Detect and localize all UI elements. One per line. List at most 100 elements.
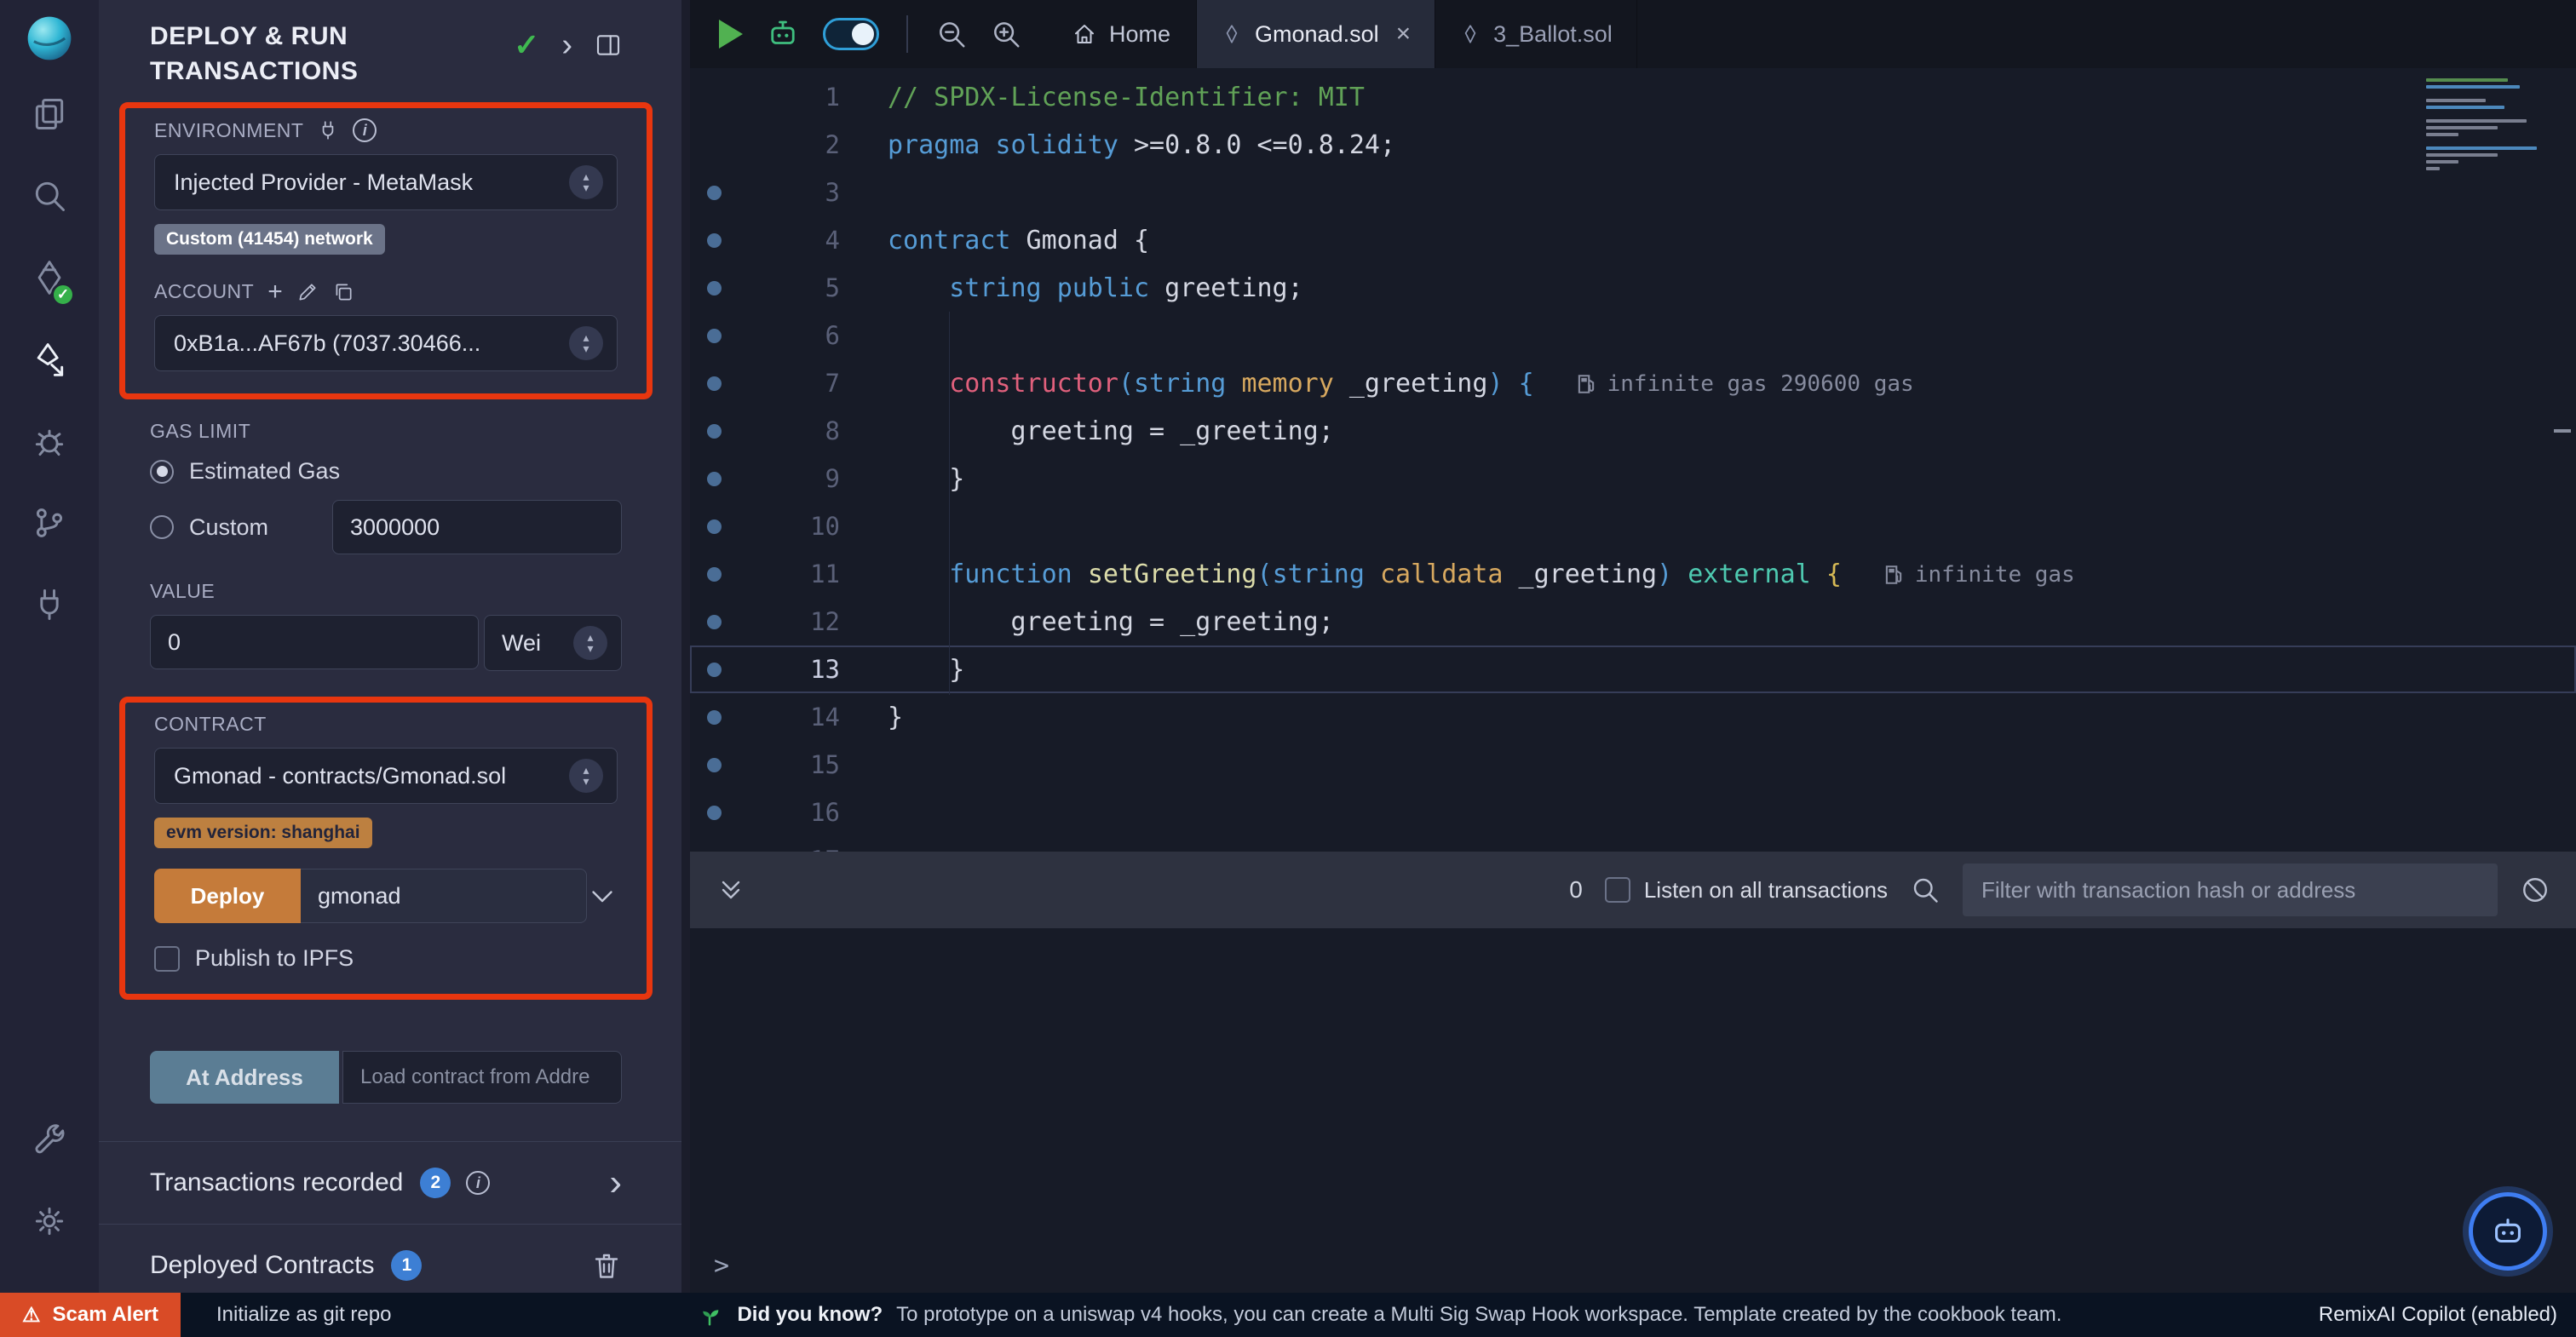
gutter-dot-icon[interactable]	[707, 806, 722, 820]
edit-account-icon[interactable]	[296, 281, 319, 303]
search-icon[interactable]	[31, 169, 68, 223]
run-script-icon[interactable]	[719, 20, 743, 49]
gutter[interactable]	[690, 519, 738, 534]
custom-gas-input[interactable]	[332, 500, 622, 554]
code-line[interactable]: 10	[690, 502, 2576, 550]
code-line[interactable]: 2pragma solidity >=0.8.0 <=0.8.24;	[690, 121, 2576, 169]
environment-select[interactable]: Injected Provider - MetaMask ▴▾	[154, 154, 618, 210]
chevron-right-icon[interactable]: ›	[609, 1170, 622, 1196]
gutter-dot-icon[interactable]	[707, 615, 722, 629]
at-address-button[interactable]: At Address	[150, 1051, 339, 1104]
plug-icon[interactable]	[317, 119, 339, 141]
file-explorer-icon[interactable]	[31, 87, 68, 141]
gutter-dot-icon[interactable]	[707, 233, 722, 248]
gutter-dot-icon[interactable]	[707, 710, 722, 725]
copy-account-icon[interactable]	[332, 281, 354, 303]
account-select[interactable]: 0xB1a...AF67b (7037.30466... ▴▾	[154, 315, 618, 371]
gutter-dot-icon[interactable]	[707, 519, 722, 534]
gutter-dot-icon[interactable]	[707, 281, 722, 296]
publish-ipfs-checkbox[interactable]	[154, 946, 180, 972]
init-git-repo-button[interactable]: Initialize as git repo	[216, 1303, 391, 1327]
scam-alert-button[interactable]: ⚠ Scam Alert	[0, 1293, 181, 1337]
panel-pin-icon[interactable]	[595, 32, 622, 59]
code-line[interactable]: 5 string public greeting;	[690, 264, 2576, 312]
plugin-manager-icon[interactable]	[31, 577, 68, 632]
environment-info-icon[interactable]: i	[353, 118, 377, 142]
panel-check-icon[interactable]: ✓	[514, 27, 539, 63]
solidity-compiler-icon[interactable]: ✓	[31, 250, 68, 305]
gutter[interactable]	[690, 376, 738, 391]
at-address-input[interactable]	[342, 1051, 622, 1104]
environment-stepper-icon[interactable]: ▴▾	[569, 165, 603, 199]
value-input[interactable]	[150, 615, 479, 669]
zoom-in-icon[interactable]	[990, 18, 1022, 50]
remix-logo-icon[interactable]	[25, 14, 74, 63]
debugger-icon[interactable]	[31, 414, 68, 468]
add-account-icon[interactable]: +	[267, 281, 283, 303]
contract-stepper-icon[interactable]: ▴▾	[569, 759, 603, 793]
gutter-dot-icon[interactable]	[707, 758, 722, 772]
code-line[interactable]: 1// SPDX-License-Identifier: MIT	[690, 73, 2576, 121]
clear-terminal-icon[interactable]	[2520, 875, 2550, 905]
gutter-dot-icon[interactable]	[707, 186, 722, 200]
tab-gmonad-sol[interactable]: Gmonad.sol ×	[1197, 0, 1435, 68]
expand-terminal-icon[interactable]	[716, 875, 746, 905]
ai-robot-icon[interactable]	[765, 16, 801, 52]
copilot-toggle[interactable]	[823, 18, 879, 50]
deployed-contracts-row[interactable]: Deployed Contracts 1	[150, 1225, 622, 1293]
code-line[interactable]: 17	[690, 836, 2576, 852]
zoom-out-icon[interactable]	[935, 18, 968, 50]
close-icon[interactable]: ×	[1396, 20, 1412, 49]
code-line[interactable]: 3	[690, 169, 2576, 216]
gutter[interactable]	[690, 663, 738, 677]
gutter[interactable]	[690, 329, 738, 343]
minimap[interactable]	[2426, 78, 2554, 170]
tab-home[interactable]: Home	[1046, 0, 1197, 68]
code-line[interactable]: 12 greeting = _greeting;	[690, 598, 2576, 646]
listen-all-checkbox[interactable]	[1605, 877, 1630, 903]
copilot-status-label[interactable]: RemixAI Copilot (enabled)	[2319, 1303, 2557, 1327]
code-line[interactable]: 11 function setGreeting(string calldata …	[690, 550, 2576, 598]
deploy-run-icon[interactable]	[31, 332, 68, 387]
search-icon[interactable]	[1910, 875, 1941, 905]
gutter[interactable]	[690, 233, 738, 248]
code-editor[interactable]: 1// SPDX-License-Identifier: MIT2pragma …	[690, 68, 2576, 852]
transactions-info-icon[interactable]: i	[466, 1171, 490, 1195]
gutter[interactable]	[690, 710, 738, 725]
gutter[interactable]	[690, 281, 738, 296]
transactions-recorded-row[interactable]: Transactions recorded 2 i ›	[150, 1142, 622, 1224]
gutter[interactable]	[690, 806, 738, 820]
terminal[interactable]: >	[690, 928, 2576, 1293]
gutter-dot-icon[interactable]	[707, 329, 722, 343]
radio-unselected-icon[interactable]	[150, 515, 174, 539]
code-line[interactable]: 4contract Gmonad {	[690, 216, 2576, 264]
chevron-down-icon[interactable]	[587, 881, 618, 911]
gutter-dot-icon[interactable]	[707, 472, 722, 486]
estimated-gas-radio[interactable]: Estimated Gas	[150, 458, 622, 485]
deploy-button[interactable]: Deploy	[154, 869, 301, 923]
trash-icon[interactable]	[591, 1250, 622, 1281]
gutter[interactable]	[690, 472, 738, 486]
code-line[interactable]: 15	[690, 741, 2576, 789]
transaction-filter-input[interactable]	[1963, 864, 2498, 916]
panel-collapse-icon[interactable]: ›	[561, 32, 572, 58]
code-line[interactable]: 9 }	[690, 455, 2576, 502]
code-line[interactable]: 14}	[690, 693, 2576, 741]
gutter[interactable]	[690, 567, 738, 582]
settings-icon[interactable]	[31, 1194, 68, 1248]
gutter[interactable]	[690, 186, 738, 200]
code-line[interactable]: 8 greeting = _greeting;	[690, 407, 2576, 455]
code-line[interactable]: 13 }	[690, 646, 2576, 693]
gutter[interactable]	[690, 758, 738, 772]
code-line[interactable]: 16	[690, 789, 2576, 836]
gutter-dot-icon[interactable]	[707, 424, 722, 439]
radio-selected-icon[interactable]	[150, 460, 174, 484]
value-unit-select[interactable]: Wei ▴▾	[484, 615, 622, 671]
code-line[interactable]: 6	[690, 312, 2576, 359]
remix-ai-assistant-button[interactable]	[2469, 1192, 2547, 1271]
constructor-arg-input[interactable]	[301, 869, 587, 923]
tools-icon[interactable]	[31, 1112, 68, 1167]
gutter-dot-icon[interactable]	[707, 376, 722, 391]
contract-select[interactable]: Gmonad - contracts/Gmonad.sol ▴▾	[154, 748, 618, 804]
gutter[interactable]	[690, 424, 738, 439]
